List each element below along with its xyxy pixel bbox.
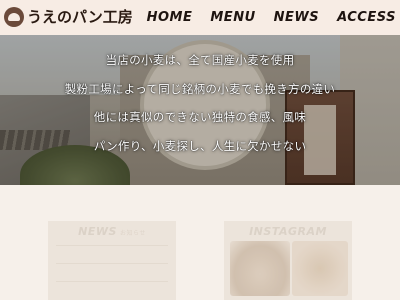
nav-menu[interactable]: MENU [210, 10, 255, 25]
site-logo[interactable]: うえのパン工房 [4, 6, 133, 27]
instagram-card[interactable]: INSTAGRAM [224, 221, 352, 300]
main-nav: HOME MENU NEWS ACCESS [147, 0, 400, 35]
hero-text-block: 当店の小麦は、全て国産小麦を使用 製粉工場によって同じ銘柄の小麦でも挽き方の違い… [0, 35, 400, 185]
instagram-photo[interactable] [292, 241, 348, 296]
logo-text: うえのパン工房 [27, 8, 133, 26]
news-divider [56, 245, 168, 246]
hero-banner: 当店の小麦は、全て国産小麦を使用 製粉工場によって同じ銘柄の小麦でも挽き方の違い… [0, 35, 400, 185]
site-header: うえのパン工房 HOME MENU NEWS ACCESS [0, 0, 400, 35]
hero-line-4: パン作り、小麦探し、人生に欠かせない [93, 139, 307, 153]
hero-line-1: 当店の小麦は、全て国産小麦を使用 [105, 53, 295, 67]
instagram-title: INSTAGRAM [249, 225, 327, 238]
nav-access[interactable]: ACCESS [337, 10, 396, 25]
nav-news[interactable]: NEWS [274, 10, 319, 25]
news-subtitle: お知らせ [119, 230, 146, 237]
hero-line-2: 製粉工場によって同じ銘柄の小麦でも挽き方の違い [64, 82, 336, 96]
news-title: NEWS [78, 225, 117, 238]
bread-logo-icon [4, 6, 24, 27]
news-divider [56, 281, 168, 282]
news-card-title: NEWS お知らせ [48, 225, 176, 238]
news-divider [56, 263, 168, 264]
instagram-photo[interactable] [230, 241, 290, 296]
nav-home[interactable]: HOME [147, 10, 193, 25]
news-card[interactable]: NEWS お知らせ [48, 221, 176, 300]
hero-line-3: 他には真似のできない独特の食感、風味 [93, 110, 307, 124]
